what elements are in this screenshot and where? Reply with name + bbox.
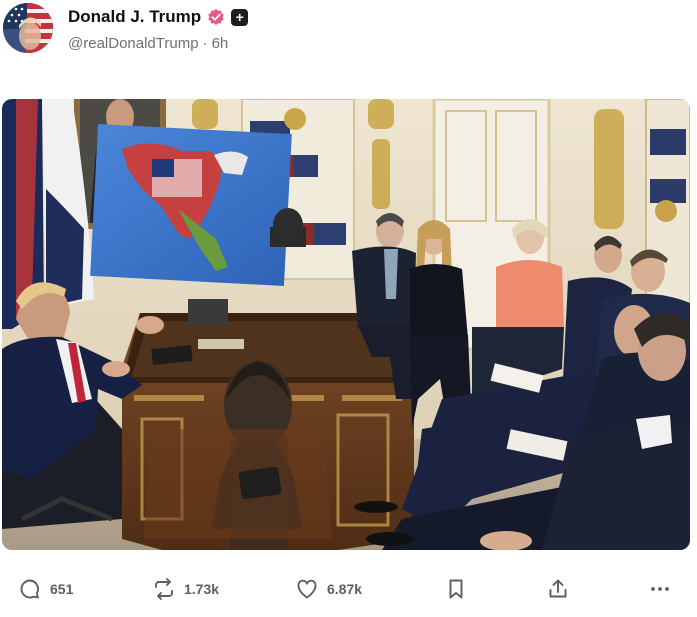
like-count: 6.87k	[327, 581, 363, 597]
more-button[interactable]	[648, 576, 672, 602]
bookmark-icon	[449, 579, 463, 599]
author-handle[interactable]: @realDonaldTrump	[68, 35, 199, 52]
author-display-name[interactable]: Donald J. Trump	[68, 7, 201, 27]
like-button[interactable]: 6.87k	[295, 576, 362, 602]
repost-icon	[155, 578, 173, 600]
reply-count: 651	[50, 581, 74, 597]
repost-button[interactable]: 1.73k	[152, 576, 219, 602]
post-actions-bar: 651 1.73k 6.87k	[0, 570, 697, 610]
avatar[interactable]	[3, 3, 53, 53]
truth-post: Donald J. Trump + @realDonaldTrump · 6h	[0, 0, 697, 617]
post-time[interactable]: 6h	[212, 35, 229, 52]
author-name-row: Donald J. Trump +	[68, 6, 249, 28]
verified-badge-icon	[208, 8, 224, 26]
avatar-flag-portrait	[3, 3, 53, 53]
reply-button[interactable]: 651	[18, 576, 73, 602]
bookmark-button[interactable]	[444, 576, 468, 602]
photo-oval-office-meeting	[2, 99, 690, 550]
handle-separator: ·	[202, 35, 208, 52]
author-handle-row: @realDonaldTrump · 6h	[68, 35, 228, 52]
post-image[interactable]	[2, 99, 690, 550]
like-icon	[297, 579, 317, 599]
share-button[interactable]	[546, 576, 570, 602]
more-icon	[651, 587, 669, 591]
repost-count: 1.73k	[184, 581, 220, 597]
reply-icon	[20, 579, 39, 599]
plus-badge-icon: +	[231, 8, 249, 26]
share-icon	[549, 579, 567, 598]
